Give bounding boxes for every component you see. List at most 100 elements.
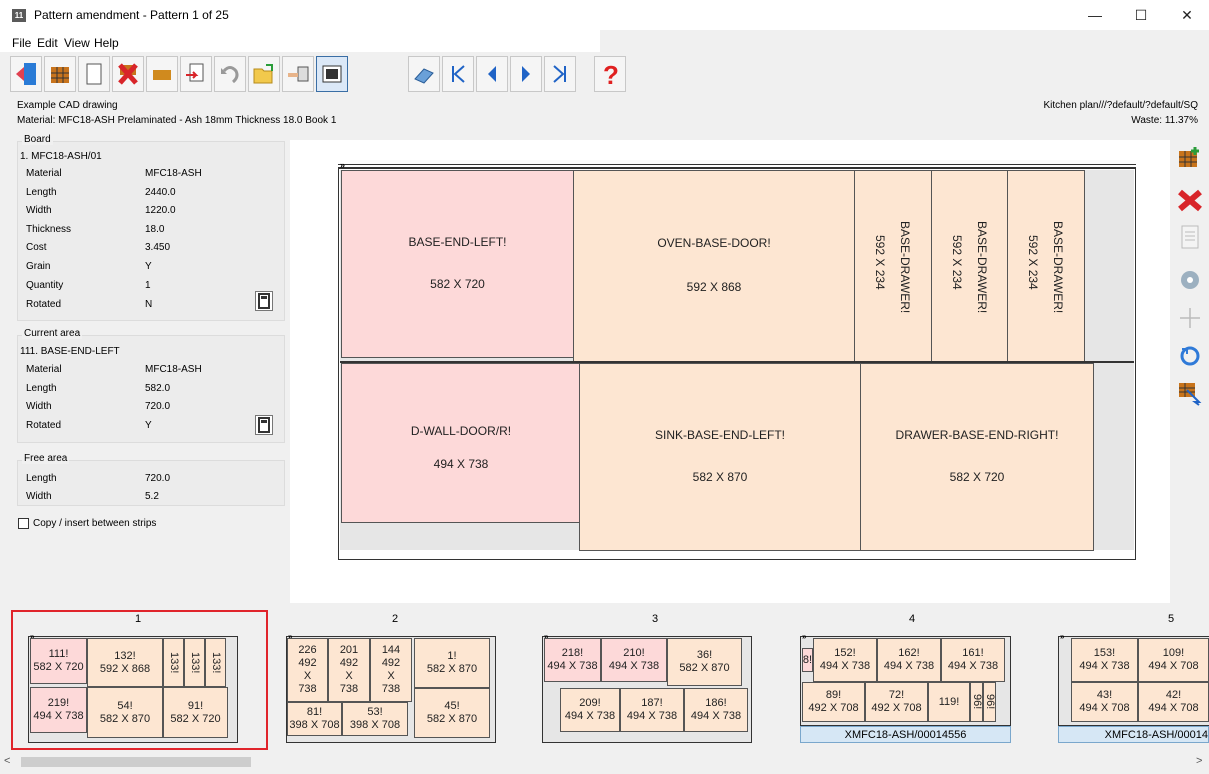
thumbnail-piece: 161! 494 X 738	[941, 638, 1005, 682]
piece-name: BASE-DRAWER!	[898, 221, 912, 314]
display-icon	[322, 65, 342, 83]
board-label: Width	[26, 205, 52, 216]
piece-size: 738	[298, 683, 317, 695]
pattern-piece[interactable]: OVEN-BASE-DOOR! 592 X 868	[573, 170, 855, 362]
board-icon	[51, 67, 69, 83]
close-button[interactable]: ✕	[1164, 0, 1209, 30]
piece-name: DRAWER-BASE-END-RIGHT!	[895, 428, 1059, 442]
select-piece-button[interactable]	[1175, 378, 1205, 408]
thumbnail-piece: 91! 582 X 720	[163, 687, 228, 738]
piece-size: 492	[339, 657, 359, 669]
thumbnail-piece: 96!	[983, 682, 996, 722]
document-icon	[258, 293, 270, 309]
open-button[interactable]	[248, 56, 280, 92]
previous-pattern-button[interactable]	[476, 56, 508, 92]
pattern-piece[interactable]: BASE-DRAWER! 592 X 234	[854, 170, 932, 362]
board-details-button[interactable]	[255, 291, 273, 311]
transfer-icon	[186, 63, 204, 82]
new-button[interactable]	[78, 56, 110, 92]
piece-size: 494 X 738	[883, 660, 935, 672]
pattern-piece[interactable]: DRAWER-BASE-END-RIGHT! 582 X 720	[860, 363, 1094, 551]
saw-button[interactable]	[1175, 265, 1205, 295]
exit-button[interactable]	[10, 56, 42, 92]
menu-help[interactable]: Help	[94, 36, 119, 50]
eraser-button[interactable]	[408, 56, 440, 92]
current-area-details-button[interactable]	[255, 415, 273, 435]
piece-size: 494 X 708	[1148, 660, 1199, 672]
thumbnail-number: 4	[909, 613, 916, 625]
last-pattern-button[interactable]	[544, 56, 576, 92]
menu-bar	[0, 30, 600, 52]
scroll-left-icon[interactable]: <	[4, 755, 10, 767]
crosshair-icon	[1180, 308, 1200, 328]
undo-button[interactable]	[214, 56, 246, 92]
thumbnail-piece: 210! 494 X 738	[601, 638, 667, 682]
thumbnail-piece: 209! 494 X 738	[560, 688, 620, 732]
board-label: Material	[26, 168, 62, 179]
board-label: Length	[26, 187, 57, 198]
thumbnail-number: 5	[1168, 613, 1175, 625]
move-button[interactable]	[1175, 303, 1205, 333]
thumbnail-piece: 133!	[184, 638, 205, 687]
scroll-right-icon[interactable]: >	[1196, 755, 1202, 767]
free-area-label: Width	[26, 491, 52, 502]
menu-file[interactable]: File	[12, 36, 31, 50]
thumbnail-piece: 219! 494 X 738	[30, 687, 87, 733]
piece-id: 187!	[641, 697, 663, 709]
first-pattern-button[interactable]	[442, 56, 474, 92]
list-page-icon	[1181, 225, 1199, 249]
maximize-button[interactable]: ☐	[1118, 0, 1164, 30]
thumbnail-piece: 133!	[163, 638, 184, 687]
thumbnail-piece: 132! 592 X 868	[87, 638, 163, 687]
thumbnail-piece: 1! 582 X 870	[414, 638, 490, 688]
next-pattern-button[interactable]	[510, 56, 542, 92]
delete-button[interactable]	[112, 56, 144, 92]
display-button[interactable]	[316, 56, 348, 92]
thumbnail-piece: 36! 582 X 870	[667, 638, 742, 686]
undo-icon	[221, 66, 239, 84]
pattern-piece[interactable]: SINK-BASE-END-LEFT! 582 X 870	[579, 363, 861, 551]
pattern-piece[interactable]: BASE-END-LEFT! 582 X 720	[341, 170, 574, 358]
board-label: Thickness	[26, 224, 72, 235]
rotate-button[interactable]	[1175, 341, 1205, 371]
strip-marker-icon: »	[802, 632, 807, 641]
add-piece-button[interactable]	[1175, 143, 1205, 173]
thumbnail-piece: 81! 398 X 708	[287, 702, 342, 736]
piece-size: 398 X 708	[289, 719, 340, 731]
pattern-piece[interactable]: BASE-DRAWER! 592 X 234	[931, 170, 1008, 362]
piece-id: 133!	[210, 651, 222, 674]
delete-piece-button[interactable]	[1175, 185, 1205, 215]
piece-id: 42!	[1165, 689, 1182, 701]
pattern-piece[interactable]: BASE-DRAWER! 592 X 234	[1007, 170, 1085, 362]
free-area-value: 720.0	[145, 473, 171, 484]
trim-strip	[338, 164, 1136, 168]
board-id: 1. MFC18-ASH/01	[20, 151, 102, 162]
transfer-button[interactable]	[180, 56, 212, 92]
list-button[interactable]	[1175, 222, 1205, 252]
panel-icon	[153, 70, 171, 80]
piece-id: 144	[381, 644, 401, 656]
piece-size: 582 X 720	[170, 712, 221, 725]
pattern-piece[interactable]: D-WALL-DOOR/R! 494 X 738	[341, 363, 581, 523]
saw-blade-icon	[1181, 271, 1199, 289]
minimize-button[interactable]: —	[1072, 0, 1118, 30]
first-icon	[452, 65, 465, 83]
menu-edit[interactable]: Edit	[37, 36, 58, 50]
copy-insert-checkbox[interactable]	[18, 518, 29, 529]
board-group-title: Board	[22, 134, 53, 145]
menu-view[interactable]: View	[64, 36, 90, 50]
board-value: 3.450	[145, 242, 171, 253]
board-value: 1220.0	[145, 205, 176, 216]
piece-size: 592 X 868	[686, 280, 742, 294]
piece-id: 119!	[938, 695, 960, 708]
thumbnail-piece: 119!	[928, 682, 970, 722]
free-area-title: Free area	[22, 453, 70, 464]
piece-id: 133!	[168, 651, 180, 674]
board-button[interactable]	[44, 56, 76, 92]
panel-button[interactable]	[146, 56, 178, 92]
help-button[interactable]: ?	[594, 56, 626, 92]
machine-button[interactable]	[282, 56, 314, 92]
piece-id: 109!	[1162, 647, 1185, 659]
offcut-label: XMFC18-ASH/00014556	[800, 726, 1011, 743]
scrollbar-thumb[interactable]	[21, 757, 251, 767]
